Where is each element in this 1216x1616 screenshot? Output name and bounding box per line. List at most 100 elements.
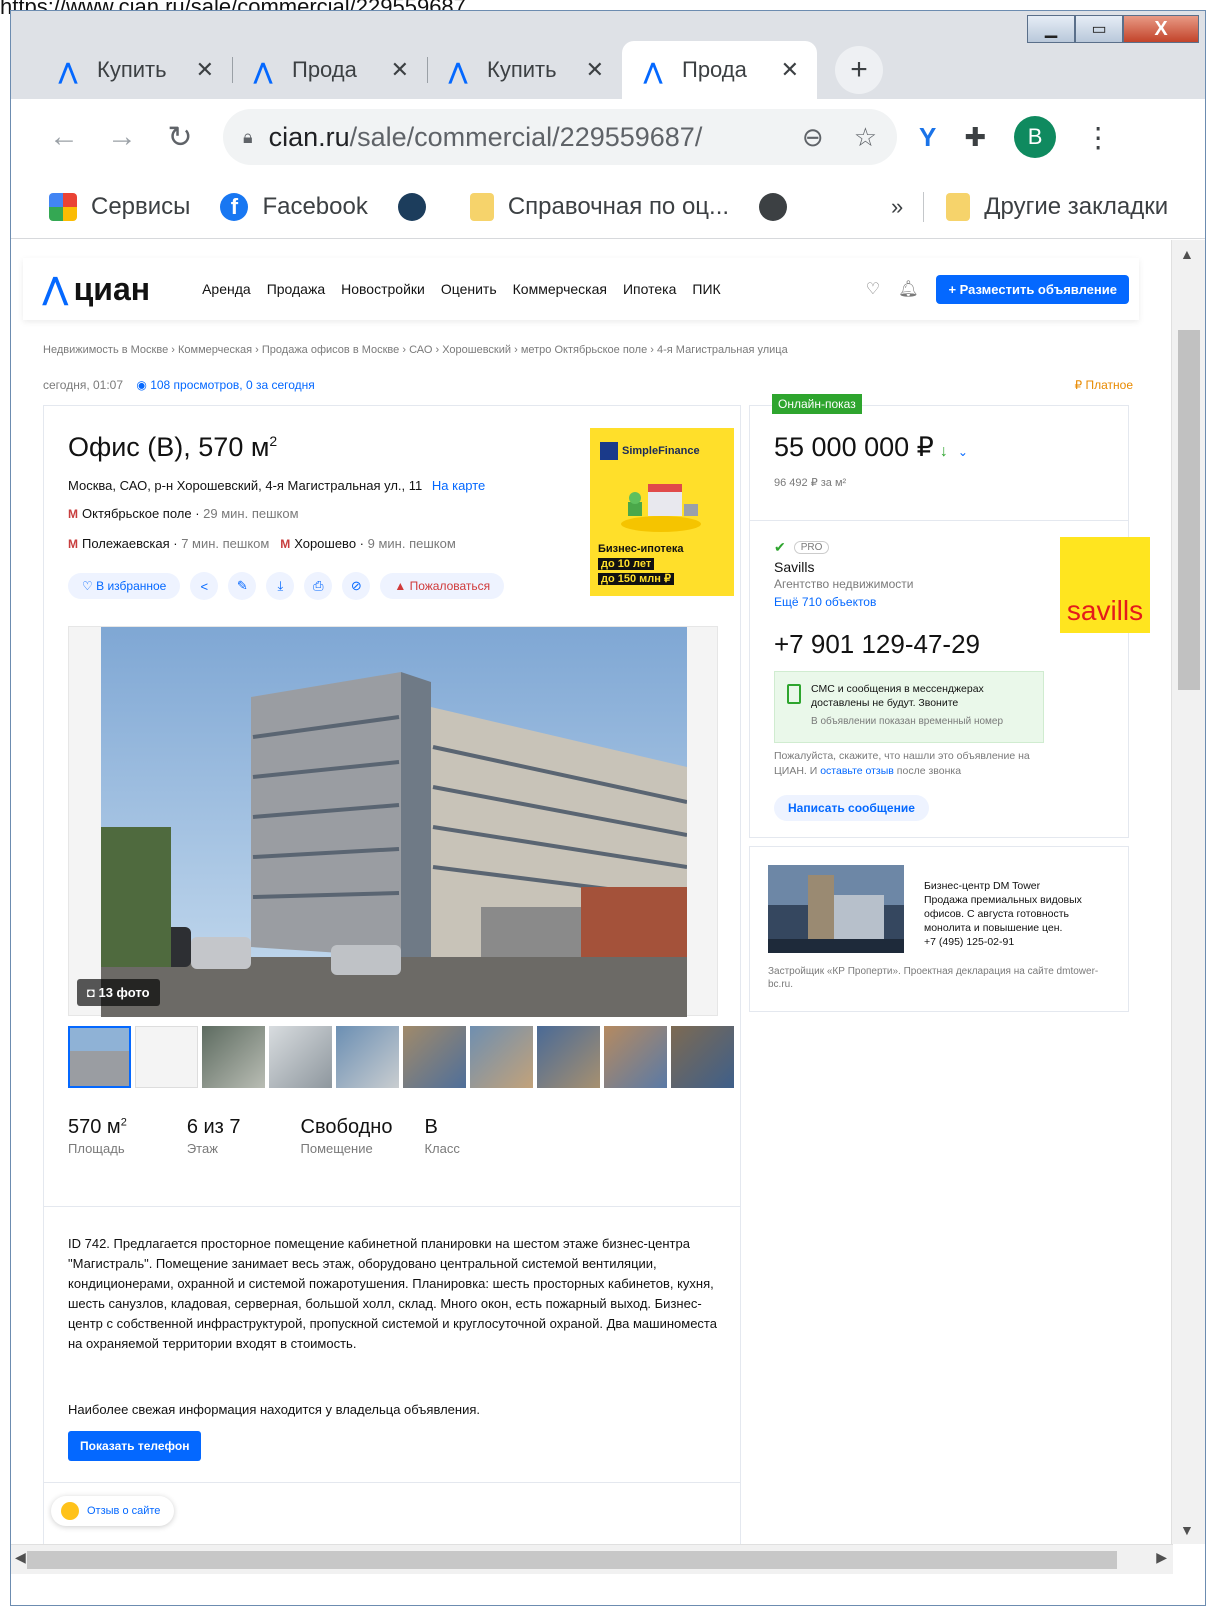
thumbnail[interactable] — [671, 1026, 734, 1088]
show-phone-button[interactable]: Показать телефон — [68, 1431, 202, 1461]
scroll-thumb[interactable] — [27, 1551, 1117, 1569]
views-count[interactable]: ◉ 108 просмотров, 0 за сегодня — [136, 378, 314, 392]
share-icon[interactable]: < — [190, 572, 219, 600]
agent-name[interactable]: Savills — [774, 559, 814, 575]
forward-arrow-icon[interactable]: → — [93, 120, 151, 154]
bookmark-folder-reference[interactable]: Справочная по оц... — [469, 192, 730, 221]
camera-icon: ◘ — [87, 985, 95, 1000]
main-photo[interactable]: ◘ 13 фото — [68, 626, 718, 1017]
favorites-heart-icon[interactable]: ♡ — [866, 279, 880, 299]
address-bar[interactable]: 🔒︎ cian.ru/sale/commercial/229559687/ ⊖ … — [223, 109, 897, 165]
extensions-puzzle-icon[interactable]: ✚ — [964, 122, 986, 153]
thumbnail[interactable] — [68, 1026, 131, 1088]
bookmark-facebook[interactable]: f Facebook — [220, 192, 368, 221]
star-bookmark-icon[interactable]: ☆ — [854, 122, 877, 153]
scroll-down-icon[interactable]: ▼ — [1180, 1522, 1194, 1538]
tab-close-icon[interactable]: ✕ — [196, 57, 214, 83]
reload-icon[interactable]: ↻ — [151, 120, 209, 155]
agent-more-link[interactable]: Ещё 710 объектов — [774, 595, 876, 609]
write-message-button[interactable]: Написать сообщение — [774, 795, 929, 821]
cian-logo[interactable]: ⋀ циан — [43, 271, 150, 308]
scroll-thumb[interactable] — [1178, 330, 1200, 690]
nav-pik[interactable]: ПИК — [692, 281, 720, 297]
vertical-scrollbar[interactable]: ▲ ▼ — [1171, 240, 1205, 1544]
bookmark-icon-only[interactable] — [397, 192, 440, 221]
bookmark-label: Справочная по оц... — [507, 192, 730, 220]
photo-count-badge[interactable]: ◘ 13 фото — [77, 979, 160, 1006]
logo-text: циан — [73, 270, 151, 307]
savills-logo[interactable]: savills — [1060, 537, 1150, 633]
price-history-chevron-icon[interactable]: ⌄ — [958, 445, 968, 459]
nav-sale[interactable]: Продажа — [267, 281, 325, 297]
browser-tab-active[interactable]: ⋀ Прода ✕ — [622, 41, 817, 99]
back-arrow-icon[interactable]: ← — [35, 120, 93, 154]
zoom-icon[interactable]: ⊖ — [802, 122, 824, 153]
thumbnail[interactable] — [336, 1026, 399, 1088]
close-window-button[interactable]: X — [1123, 15, 1199, 43]
nav-commercial[interactable]: Коммерческая — [513, 281, 607, 297]
download-icon[interactable]: ⤓ — [266, 572, 295, 600]
fact-label: Этаж — [186, 1141, 218, 1156]
maximize-button[interactable]: ▭ — [1075, 15, 1123, 43]
profile-avatar[interactable]: B — [1014, 116, 1057, 158]
nav-evaluate[interactable]: Оценить — [441, 281, 497, 297]
edit-pencil-icon[interactable]: ✎ — [228, 572, 257, 600]
fact-floor: 6 из 7 Этаж — [187, 1116, 241, 1156]
ad-text: Бизнес-ипотека до 10 лет до 150 млн ₽ — [598, 542, 684, 587]
browser-tab[interactable]: ⋀ Прода ✕ — [232, 41, 427, 99]
scroll-right-icon[interactable]: ▶ — [1156, 1549, 1167, 1566]
map-link[interactable]: На карте — [432, 478, 485, 493]
browser-tab[interactable]: ⋀ Купить ✕ — [37, 41, 232, 99]
window-controls: ▁ ▭ X — [1027, 15, 1199, 43]
tab-close-icon[interactable]: ✕ — [391, 57, 409, 83]
thumbnail[interactable] — [470, 1026, 533, 1088]
thumbnail[interactable] — [403, 1026, 466, 1088]
breadcrumb-item[interactable]: Хорошевский — [442, 344, 511, 356]
breadcrumb-item[interactable]: метро Октябрьское поле — [521, 344, 647, 356]
cian-favicon-icon: ⋀ — [59, 59, 78, 84]
add-to-favorites-button[interactable]: ♡ В избранное — [68, 573, 181, 599]
section-divider — [44, 1482, 740, 1483]
breadcrumb-item[interactable]: Недвижимость в Москве — [43, 344, 168, 356]
notifications-bell-icon[interactable]: 🔔︎ — [898, 279, 918, 299]
metro-name: Хорошево — [294, 536, 357, 551]
bookmark-other[interactable]: Другие закладки — [946, 192, 1168, 221]
post-listing-button[interactable]: + Разместить объявление — [936, 274, 1129, 304]
menu-kebab-icon[interactable]: ⋮ — [1084, 121, 1112, 154]
horizontal-scrollbar[interactable]: ◀ ▶ — [11, 1544, 1173, 1574]
bookmarks-overflow-icon[interactable]: » — [891, 194, 903, 220]
browser-tab[interactable]: ⋀ Купить ✕ — [427, 41, 622, 99]
new-tab-button[interactable]: + — [835, 46, 883, 94]
complain-button[interactable]: ▲ Пожаловаться — [380, 573, 505, 599]
thumbnail[interactable] — [537, 1026, 600, 1088]
nav-mortgage[interactable]: Ипотека — [623, 281, 676, 297]
bookmark-globe[interactable] — [759, 192, 801, 221]
breadcrumb-item[interactable]: 4-я Магистральная улица — [657, 344, 788, 356]
leave-review-link[interactable]: оставьте отзыв — [820, 765, 894, 777]
site-feedback-button[interactable]: Отзыв о сайте — [51, 1496, 175, 1526]
thumbnail-floorplan[interactable] — [135, 1026, 198, 1088]
tab-title: Прода — [682, 57, 747, 82]
extension-y-icon[interactable]: Y — [919, 122, 936, 153]
thumbnail[interactable] — [202, 1026, 265, 1088]
thumbnail[interactable] — [269, 1026, 332, 1088]
breadcrumb-item[interactable]: Коммерческая — [178, 344, 252, 356]
business-center-ad[interactable]: Бизнес-центр DM Tower Продажа премиальны… — [749, 846, 1129, 1012]
thumbnail[interactable] — [604, 1026, 667, 1088]
breadcrumb-item[interactable]: Продажа офисов в Москве — [262, 344, 399, 356]
breadcrumb-item[interactable]: САО — [409, 344, 432, 356]
print-icon[interactable]: ⎙ — [304, 572, 333, 600]
scroll-up-icon[interactable]: ▲ — [1180, 246, 1194, 262]
scroll-left-icon[interactable]: ◀ — [15, 1549, 26, 1566]
tab-close-icon[interactable]: ✕ — [781, 57, 799, 83]
bc-description: Продажа премиальных видовых офисов. С ав… — [924, 894, 1082, 934]
nav-new-buildings[interactable]: Новостройки — [341, 281, 425, 297]
nav-rent[interactable]: Аренда — [202, 281, 251, 297]
ad-banner-simplefinance[interactable]: SimpleFinance Бизнес-ипотека до 10 лет д… — [590, 428, 734, 596]
apps-grid-icon — [49, 192, 77, 221]
agent-phone[interactable]: +7 901 129-47-29 — [774, 629, 980, 660]
bookmark-services[interactable]: Сервисы — [49, 192, 190, 221]
hide-eye-icon[interactable]: ⊘ — [342, 572, 371, 600]
tab-close-icon[interactable]: ✕ — [586, 57, 604, 83]
minimize-button[interactable]: ▁ — [1027, 15, 1075, 43]
